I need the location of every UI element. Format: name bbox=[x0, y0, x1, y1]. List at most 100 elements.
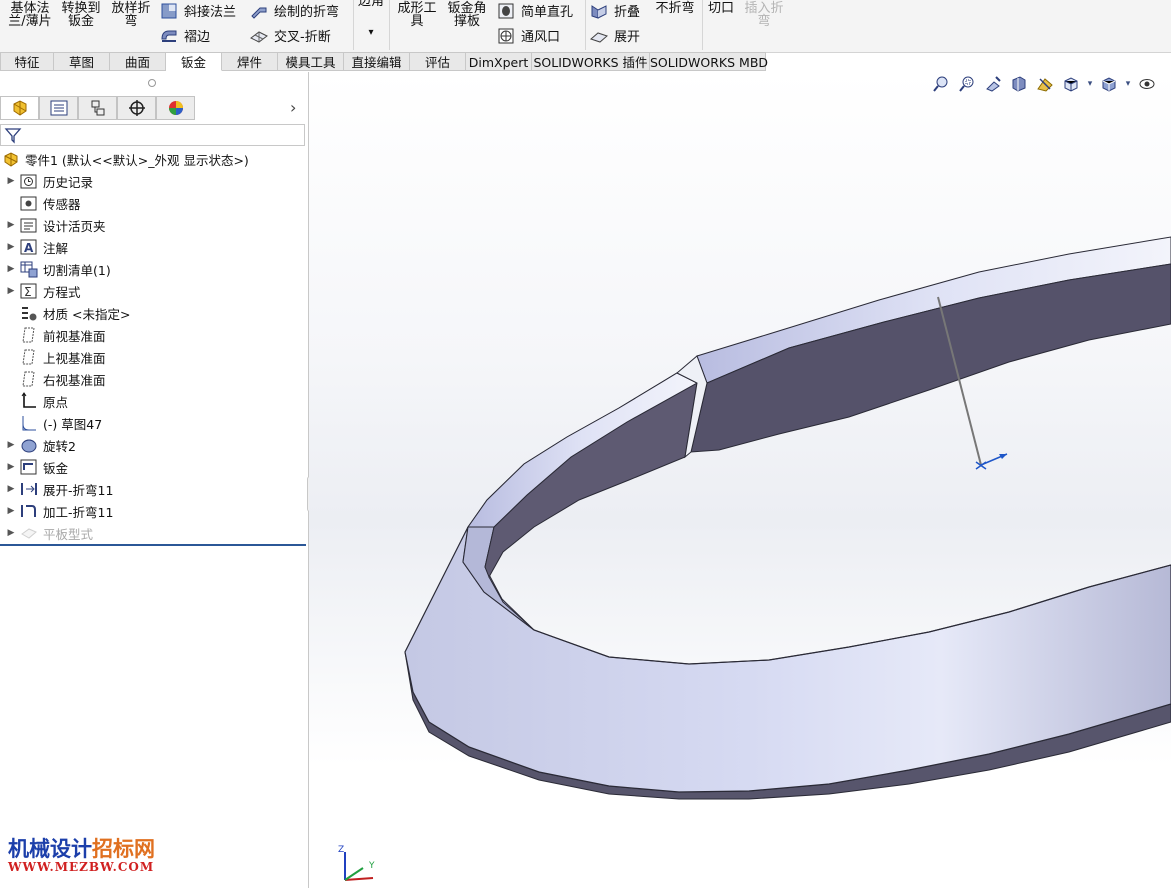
tree-item[interactable]: ▶ Σ 方程式 bbox=[0, 280, 306, 302]
tree-item[interactable]: ▶ 加工-折弯11 bbox=[0, 500, 306, 522]
tab-sheet-metal[interactable]: 钣金 bbox=[166, 52, 222, 71]
tab-dimxpert[interactable]: DimXpert bbox=[466, 52, 532, 71]
fold-button[interactable]: 折叠 bbox=[590, 1, 640, 20]
tree-item-label: 历史记录 bbox=[43, 174, 94, 190]
svg-text:A: A bbox=[24, 241, 34, 255]
tab-surfaces[interactable]: 曲面 bbox=[110, 52, 166, 71]
graphics-area[interactable]: ▾ ▾ Z Y bbox=[309, 72, 1171, 888]
tree-item-label: 展开-折弯11 bbox=[43, 482, 114, 498]
tree-item[interactable]: ▶ 展开-折弯11 bbox=[0, 478, 306, 500]
watermark-logo: 机械设计招标网 WWW.MEZBW.COM bbox=[8, 836, 155, 875]
triad-y-label: Y bbox=[368, 861, 375, 871]
tab-sketch[interactable]: 草图 bbox=[54, 52, 110, 71]
tab-evaluate[interactable]: 评估 bbox=[410, 52, 466, 71]
tool-label: 切口 bbox=[707, 1, 734, 16]
forming-tool-button[interactable]: 成形工 具 bbox=[394, 2, 440, 28]
tree-item[interactable]: 传感器 bbox=[0, 192, 306, 214]
tab-solidworks-mbd[interactable]: SOLIDWORKS MBD bbox=[650, 52, 768, 71]
no-bends-button[interactable]: 不折弯 bbox=[652, 2, 698, 15]
cut-list-icon bbox=[20, 260, 38, 278]
annotation-icon: A bbox=[20, 238, 38, 256]
tree-item-label: 前视基准面 bbox=[43, 328, 106, 344]
tab-weldments[interactable]: 焊件 bbox=[222, 52, 278, 71]
tab-mold-tools[interactable]: 模具工具 bbox=[278, 52, 344, 71]
tree-item[interactable]: 原点 bbox=[0, 390, 306, 412]
tool-label: 钣金 bbox=[67, 14, 94, 29]
expand-arrow-icon[interactable]: ▶ bbox=[2, 176, 20, 186]
panel-tabs: › bbox=[0, 96, 306, 122]
expand-arrow-icon[interactable]: ▶ bbox=[2, 462, 20, 472]
feature-manager-tab[interactable] bbox=[0, 96, 39, 120]
miter-flange-label: 斜接法兰 bbox=[184, 5, 237, 20]
expand-arrow-icon[interactable]: ▶ bbox=[2, 286, 20, 296]
property-manager-tab[interactable] bbox=[39, 96, 78, 120]
tree-item-label: 上视基准面 bbox=[43, 350, 106, 366]
cross-break-label: 交叉-折断 bbox=[274, 30, 331, 45]
expand-arrow-icon[interactable]: ▶ bbox=[2, 440, 20, 450]
expand-arrow-icon[interactable]: ▶ bbox=[2, 264, 20, 274]
tree-item[interactable]: 材质 <未指定> bbox=[0, 302, 306, 324]
tab-direct-editing[interactable]: 直接编辑 bbox=[344, 52, 410, 71]
rollback-bar[interactable] bbox=[0, 544, 306, 546]
tree-item[interactable]: ▶ 钣金 bbox=[0, 456, 306, 478]
tree-item[interactable]: (-) 草图47 bbox=[0, 412, 306, 434]
watermark-text-a: 机械设计 bbox=[8, 836, 92, 861]
equation-icon: Σ bbox=[20, 282, 38, 300]
watermark-text-b: 招标网 bbox=[92, 836, 155, 861]
vent-button[interactable]: 通风口 bbox=[497, 26, 560, 45]
tab-features[interactable]: 特征 bbox=[0, 52, 54, 71]
crosshair-icon bbox=[128, 100, 145, 116]
unfold-button[interactable]: 展开 bbox=[590, 26, 640, 45]
expand-arrow-icon[interactable]: ▶ bbox=[2, 220, 20, 230]
miter-flange-button[interactable]: 斜接法兰 bbox=[160, 1, 236, 20]
tree-filter-bar[interactable] bbox=[0, 124, 305, 146]
fold-label: 折叠 bbox=[614, 5, 641, 20]
cross-break-button[interactable]: 交叉-折断 bbox=[250, 26, 331, 45]
tree-item[interactable]: ▶ A 注解 bbox=[0, 236, 306, 258]
sketched-bend-label: 绘制的折弯 bbox=[274, 5, 340, 20]
tool-label: 弯 bbox=[757, 14, 771, 29]
sketched-bend-icon bbox=[250, 2, 268, 20]
tree-item[interactable]: ▶ 平板型式 bbox=[0, 522, 306, 544]
convert-to-sheet-metal-tool[interactable]: 转换到 钣金 bbox=[58, 2, 104, 28]
tree-item[interactable]: ▶ 旋转2 bbox=[0, 434, 306, 456]
tool-label: 撑板 bbox=[453, 14, 480, 29]
base-flange-tool[interactable]: 基体法 兰/薄片 bbox=[8, 2, 52, 28]
lofted-bend-tool[interactable]: 放样折 弯 bbox=[108, 2, 154, 28]
expand-arrow-icon[interactable]: ▶ bbox=[2, 242, 20, 252]
display-manager-tab[interactable] bbox=[156, 96, 195, 120]
insert-bends-button[interactable]: 插入折 弯 bbox=[741, 2, 787, 28]
model-canvas bbox=[404, 236, 1171, 800]
tree-root-part[interactable]: 零件1 (默认<<默认>_外观 显示状态>) bbox=[0, 148, 306, 170]
configuration-manager-tab[interactable] bbox=[78, 96, 117, 120]
tree-item[interactable]: 上视基准面 bbox=[0, 346, 306, 368]
expand-arrow-icon[interactable]: ▶ bbox=[2, 528, 20, 538]
sheet-metal-icon bbox=[20, 458, 38, 476]
corners-dropdown[interactable]: 边角 ▾ bbox=[356, 0, 386, 39]
tree-item[interactable]: 右视基准面 bbox=[0, 368, 306, 390]
feature-tree-icon bbox=[13, 100, 26, 116]
hem-button[interactable]: 褶边 bbox=[160, 26, 210, 45]
corners-label: 边角 bbox=[357, 0, 384, 9]
flatten-bend-icon bbox=[20, 480, 38, 498]
simple-hole-button[interactable]: 简单直孔 bbox=[497, 1, 573, 20]
tree-item[interactable]: ▶ 设计活页夹 bbox=[0, 214, 306, 236]
vent-label: 通风口 bbox=[521, 30, 561, 45]
tab-solidworks-addins[interactable]: SOLIDWORKS 插件 bbox=[532, 52, 650, 71]
expand-arrow-icon[interactable]: ▶ bbox=[2, 484, 20, 494]
expand-arrow-icon[interactable]: ▶ bbox=[2, 506, 20, 516]
appearance-pie-icon bbox=[168, 101, 183, 115]
sketched-bend-button[interactable]: 绘制的折弯 bbox=[250, 1, 339, 20]
tree-item[interactable]: ▶ 历史记录 bbox=[0, 170, 306, 192]
configuration-icon bbox=[91, 100, 104, 116]
sheet-metal-gusset-button[interactable]: 钣金角 撑板 bbox=[444, 2, 490, 28]
revolve-icon bbox=[20, 436, 38, 454]
rip-button[interactable]: 切口 bbox=[705, 2, 737, 15]
simple-hole-icon bbox=[497, 2, 515, 20]
dimxpert-manager-tab[interactable] bbox=[117, 96, 156, 120]
tree-root-label: 零件1 (默认<<默认>_外观 显示状态>) bbox=[25, 152, 249, 168]
tree-item[interactable]: 前视基准面 bbox=[0, 324, 306, 346]
splitter-handle[interactable] bbox=[148, 79, 156, 87]
chevron-right-icon[interactable]: › bbox=[290, 98, 296, 117]
tree-item[interactable]: ▶ 切割清单(1) bbox=[0, 258, 306, 280]
